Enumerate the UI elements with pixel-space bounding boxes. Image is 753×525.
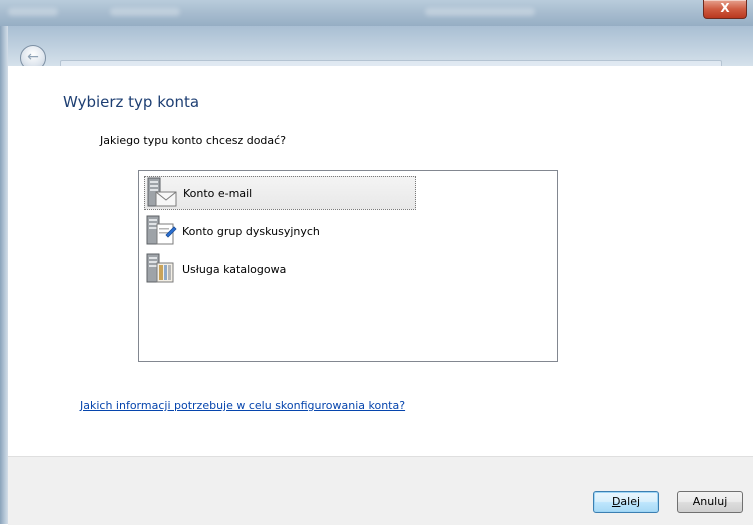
title-bar-blurred-text [425, 8, 535, 16]
back-arrow-icon: ← [27, 49, 39, 65]
email-server-icon [145, 177, 179, 209]
next-button-label: alej [620, 495, 641, 508]
next-button[interactable]: Dalej [593, 491, 659, 513]
title-bar: X [0, 0, 753, 26]
account-type-list[interactable]: Konto e-mail Konto grup dyskusyjnych Usł… [138, 170, 558, 362]
help-link[interactable]: Jakich informacji potrzebuje w celu skon… [80, 399, 405, 412]
close-button[interactable]: X [703, 0, 747, 19]
title-bar-blurred-text [110, 8, 180, 16]
cancel-button-label: Anuluj [692, 495, 728, 508]
account-type-item-directory-service[interactable]: Usługa katalogowa [144, 252, 416, 286]
title-bar-blurred-text [8, 8, 58, 16]
account-type-label: Konto e-mail [183, 186, 253, 200]
account-type-label: Usługa katalogowa [182, 262, 287, 276]
instruction-text: Jakiego typu konto chcesz dodać? [100, 134, 287, 147]
navigation-bar [0, 26, 753, 88]
account-type-item-newsgroups[interactable]: Konto grup dyskusyjnych [144, 214, 416, 248]
account-type-label: Konto grup dyskusyjnych [182, 224, 320, 238]
window-frame-left [0, 26, 8, 524]
newsgroup-server-icon [144, 215, 178, 247]
directory-service-icon [144, 253, 178, 285]
cancel-button[interactable]: Anuluj [677, 491, 743, 513]
page-title: Wybierz typ konta [63, 93, 200, 111]
account-type-item-email[interactable]: Konto e-mail [144, 176, 416, 210]
